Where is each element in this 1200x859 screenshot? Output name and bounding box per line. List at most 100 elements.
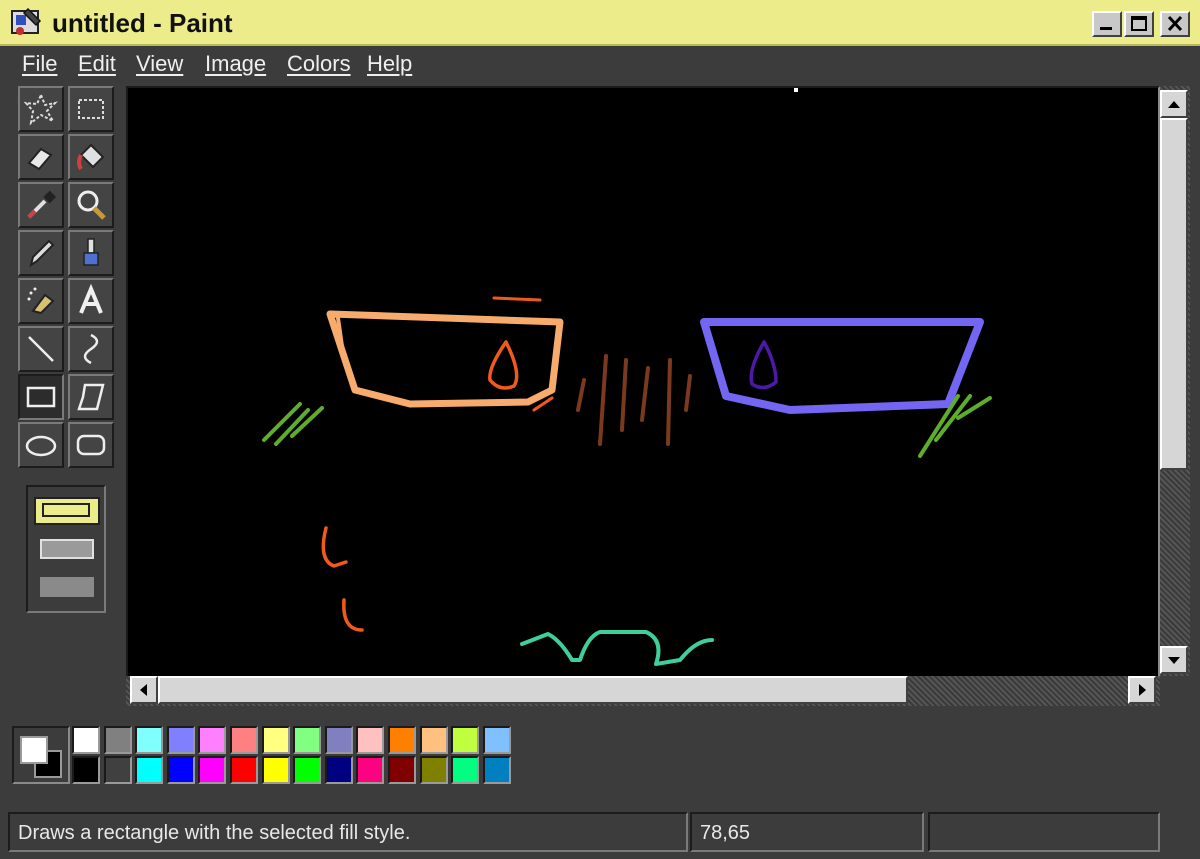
scroll-left-button[interactable] — [130, 676, 158, 704]
tool-rectangle[interactable] — [18, 374, 64, 420]
palette-swatch[interactable] — [261, 756, 290, 784]
scroll-down-button[interactable] — [1160, 646, 1188, 674]
color-box — [10, 722, 516, 790]
menu-image[interactable]: Image — [205, 51, 266, 77]
palette-swatch[interactable] — [103, 756, 132, 784]
tool-rounded-rectangle[interactable] — [68, 422, 114, 468]
fill-style-outline-preview — [42, 503, 90, 517]
palette-swatch[interactable] — [419, 756, 448, 784]
foreground-color-swatch — [20, 736, 48, 764]
paint-app-icon — [11, 7, 42, 35]
palette-swatch[interactable] — [482, 726, 511, 754]
palette-swatch[interactable] — [135, 756, 164, 784]
palette-swatch[interactable] — [166, 756, 195, 784]
palette-swatch[interactable] — [388, 726, 416, 754]
palette-swatch[interactable] — [388, 756, 416, 784]
tool-line[interactable] — [18, 326, 64, 372]
toolbox — [14, 86, 118, 478]
status-message-pane: Draws a rectangle with the selected fill… — [8, 812, 688, 852]
close-button[interactable] — [1160, 11, 1190, 37]
airbrush-icon — [27, 287, 55, 315]
arrow-up-icon — [1168, 101, 1180, 108]
current-colors[interactable] — [12, 726, 70, 784]
free-form-select-icon — [23, 92, 59, 126]
horizontal-scroll-thumb[interactable] — [158, 676, 908, 704]
rectangle-icon — [26, 386, 56, 408]
tool-ellipse[interactable] — [18, 422, 64, 468]
palette-swatch[interactable] — [293, 726, 322, 754]
fill-bucket-icon — [77, 143, 105, 171]
minimize-button[interactable] — [1092, 11, 1122, 37]
rect-select-icon — [78, 99, 104, 119]
menu-bar: File Edit View Image Colors Help — [0, 46, 1200, 84]
fill-style-fill[interactable] — [40, 577, 94, 597]
palette-swatch[interactable] — [451, 756, 480, 784]
ellipse-icon — [25, 435, 57, 457]
palette-swatch[interactable] — [482, 756, 511, 784]
pencil-icon — [29, 239, 55, 268]
magnifier-icon — [77, 190, 106, 220]
scroll-right-button[interactable] — [1128, 676, 1156, 704]
palette-swatch[interactable] — [230, 756, 258, 784]
tool-pick-color[interactable] — [18, 182, 64, 228]
brush-icon — [83, 238, 99, 266]
palette-swatch[interactable] — [324, 726, 353, 754]
window-title: untitled - Paint — [52, 8, 233, 38]
palette-swatch[interactable] — [293, 756, 322, 784]
tool-fill[interactable] — [68, 134, 114, 180]
palette-swatch[interactable] — [72, 756, 100, 784]
tool-text[interactable] — [68, 278, 114, 324]
palette-swatch[interactable] — [356, 726, 385, 754]
fill-style-outline[interactable] — [34, 497, 100, 525]
status-coordinates: 78,65 — [700, 822, 751, 844]
fill-style-selector — [26, 485, 106, 613]
tool-rect-select[interactable] — [68, 86, 114, 132]
palette-swatch[interactable] — [166, 726, 195, 754]
eraser-icon — [27, 147, 53, 171]
tool-brush[interactable] — [68, 230, 114, 276]
tool-pencil[interactable] — [18, 230, 64, 276]
drawing-canvas[interactable] — [126, 86, 1160, 680]
palette-swatch[interactable] — [72, 726, 100, 754]
menu-view[interactable]: View — [136, 51, 183, 77]
tool-curve[interactable] — [68, 326, 114, 372]
maximize-icon — [1131, 16, 1147, 31]
tool-free-form-select[interactable] — [18, 86, 64, 132]
palette-swatch[interactable] — [419, 726, 448, 754]
title-bar[interactable]: untitled - Paint — [0, 0, 1200, 46]
arrow-left-icon — [140, 684, 147, 696]
close-icon — [1167, 15, 1183, 32]
maximize-button[interactable] — [1124, 11, 1154, 37]
menu-edit[interactable]: Edit — [78, 51, 116, 77]
palette-swatch[interactable] — [198, 726, 227, 754]
line-icon — [28, 336, 54, 362]
palette-swatch[interactable] — [261, 726, 290, 754]
tool-eraser[interactable] — [18, 134, 64, 180]
fill-style-outline-fill[interactable] — [40, 539, 94, 559]
scroll-up-button[interactable] — [1160, 90, 1188, 118]
paint-window: untitled - Paint File Edit View Image Co… — [0, 0, 1200, 859]
tool-magnifier[interactable] — [68, 182, 114, 228]
tool-polygon[interactable] — [68, 374, 114, 420]
vertical-scrollbar[interactable] — [1160, 86, 1190, 680]
menu-colors[interactable]: Colors — [287, 51, 351, 77]
menu-file[interactable]: File — [22, 51, 57, 77]
tool-airbrush[interactable] — [18, 278, 64, 324]
palette-swatch[interactable] — [451, 726, 480, 754]
menu-help[interactable]: Help — [367, 51, 412, 77]
palette-swatch[interactable] — [324, 756, 353, 784]
canvas-drawing — [262, 88, 992, 666]
horizontal-scrollbar[interactable] — [126, 676, 1160, 706]
palette-swatch[interactable] — [230, 726, 258, 754]
rounded-rectangle-icon — [76, 434, 106, 456]
arrow-right-icon — [1139, 684, 1146, 696]
palette-swatch[interactable] — [198, 756, 227, 784]
text-icon — [79, 283, 103, 314]
vertical-scroll-thumb[interactable] — [1160, 118, 1188, 470]
polygon-icon — [77, 383, 105, 411]
palette-swatch[interactable] — [135, 726, 164, 754]
color-picker-icon — [27, 190, 57, 219]
palette-swatch[interactable] — [103, 726, 132, 754]
palette-swatch[interactable] — [356, 756, 385, 784]
arrow-down-icon — [1168, 657, 1180, 664]
